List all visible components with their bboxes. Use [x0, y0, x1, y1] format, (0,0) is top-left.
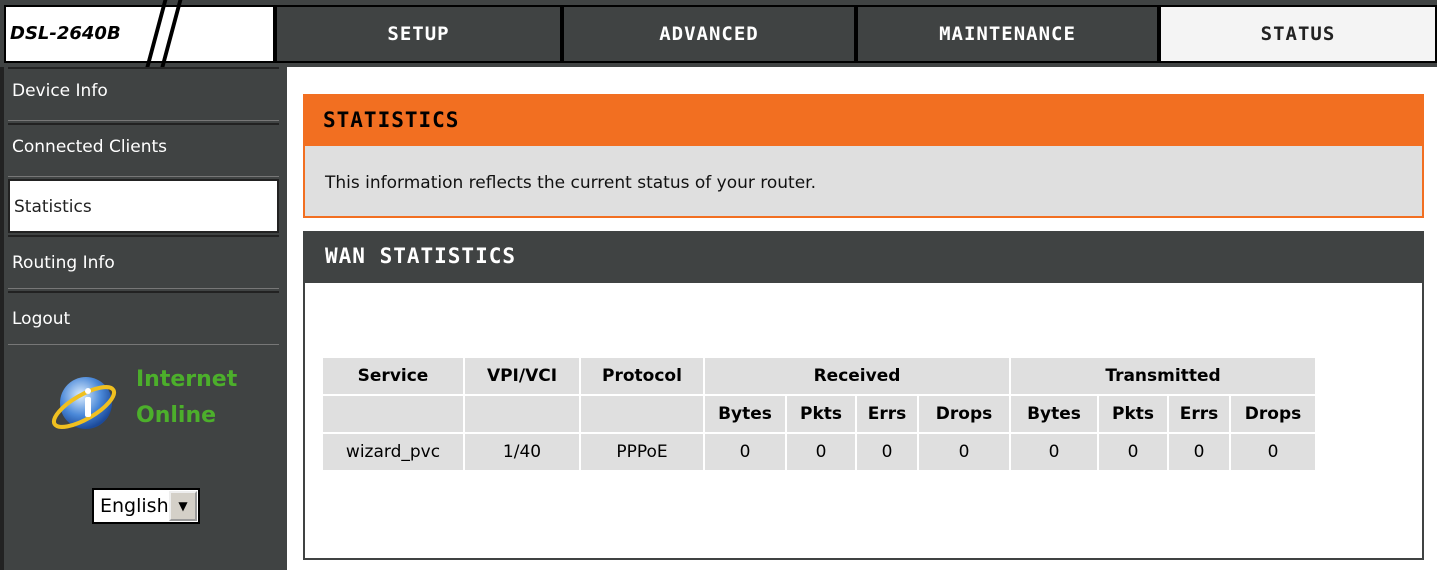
- column-header-rx-errs: Errs: [857, 396, 917, 432]
- internet-status-value: Online: [136, 403, 217, 428]
- sidebar-item-label: Device Info: [12, 81, 108, 101]
- column-header-tx-errs: Errs: [1169, 396, 1229, 432]
- cell-rx-drops: 0: [919, 434, 1009, 470]
- empty-cell: [323, 396, 463, 432]
- wan-statistics-panel: Service VPI/VCI Protocol Received Transm…: [303, 283, 1424, 560]
- sidebar: Device Info Connected Clients Statistics…: [0, 67, 287, 570]
- column-header-tx-drops: Drops: [1231, 396, 1315, 432]
- sidebar-item-device-info[interactable]: Device Info: [8, 67, 279, 121]
- column-header-service: Service: [323, 358, 463, 394]
- column-header-rx-bytes: Bytes: [705, 396, 785, 432]
- model-name: DSL-2640B: [10, 23, 121, 44]
- tab-status[interactable]: STATUS: [1159, 5, 1437, 63]
- tab-setup[interactable]: SETUP: [275, 5, 562, 63]
- language-select[interactable]: English ▼: [92, 488, 200, 524]
- cell-tx-pkts: 0: [1099, 434, 1167, 470]
- wan-statistics-title: WAN STATISTICS: [303, 231, 1424, 283]
- empty-cell: [581, 396, 703, 432]
- tab-advanced[interactable]: ADVANCED: [562, 5, 856, 63]
- column-header-rx-drops: Drops: [919, 396, 1009, 432]
- language-value: English: [100, 495, 169, 517]
- table-subheader-row: Bytes Pkts Errs Drops Bytes Pkts Errs Dr…: [323, 396, 1315, 432]
- cell-tx-drops: 0: [1231, 434, 1315, 470]
- column-header-transmitted: Transmitted: [1011, 358, 1315, 394]
- internet-status-label: Internet: [136, 367, 238, 392]
- sidebar-item-logout[interactable]: Logout: [8, 291, 279, 345]
- sidebar-item-label: Logout: [12, 309, 71, 329]
- sidebar-item-routing-info[interactable]: Routing Info: [8, 235, 279, 289]
- tab-maintenance[interactable]: MAINTENANCE: [856, 5, 1159, 63]
- wan-statistics-table: Service VPI/VCI Protocol Received Transm…: [321, 356, 1317, 472]
- column-header-protocol: Protocol: [581, 358, 703, 394]
- sidebar-item-label: Connected Clients: [12, 137, 168, 157]
- empty-cell: [465, 396, 579, 432]
- column-header-tx-bytes: Bytes: [1011, 396, 1097, 432]
- column-header-vpivci: VPI/VCI: [465, 358, 579, 394]
- table-row: wizard_pvc 1/40 PPPoE 0 0 0 0 0 0 0 0: [323, 434, 1315, 470]
- chevron-down-icon[interactable]: ▼: [169, 491, 197, 521]
- table-header-row: Service VPI/VCI Protocol Received Transm…: [323, 358, 1315, 394]
- column-header-tx-pkts: Pkts: [1099, 396, 1167, 432]
- statistics-title: STATISTICS: [303, 94, 1424, 146]
- sidebar-item-statistics[interactable]: Statistics: [8, 179, 279, 233]
- cell-service: wizard_pvc: [323, 434, 463, 470]
- column-header-received: Received: [705, 358, 1009, 394]
- statistics-description: This information reflects the current st…: [303, 146, 1424, 218]
- sidebar-item-label: Statistics: [14, 197, 92, 217]
- cell-tx-bytes: 0: [1011, 434, 1097, 470]
- main-content: STATISTICS This information reflects the…: [287, 67, 1437, 570]
- cell-rx-errs: 0: [857, 434, 917, 470]
- top-nav: DSL-2640B SETUP ADVANCED MAINTENANCE STA…: [0, 0, 1437, 73]
- cell-rx-bytes: 0: [705, 434, 785, 470]
- model-logo: DSL-2640B: [4, 0, 275, 73]
- cell-tx-errs: 0: [1169, 434, 1229, 470]
- cell-protocol: PPPoE: [581, 434, 703, 470]
- internet-globe-icon: [51, 377, 117, 429]
- internet-status: Internet Online: [44, 367, 274, 457]
- column-header-rx-pkts: Pkts: [787, 396, 855, 432]
- sidebar-item-connected-clients[interactable]: Connected Clients: [8, 123, 279, 177]
- cell-vpivci: 1/40: [465, 434, 579, 470]
- cell-rx-pkts: 0: [787, 434, 855, 470]
- sidebar-item-label: Routing Info: [12, 253, 115, 273]
